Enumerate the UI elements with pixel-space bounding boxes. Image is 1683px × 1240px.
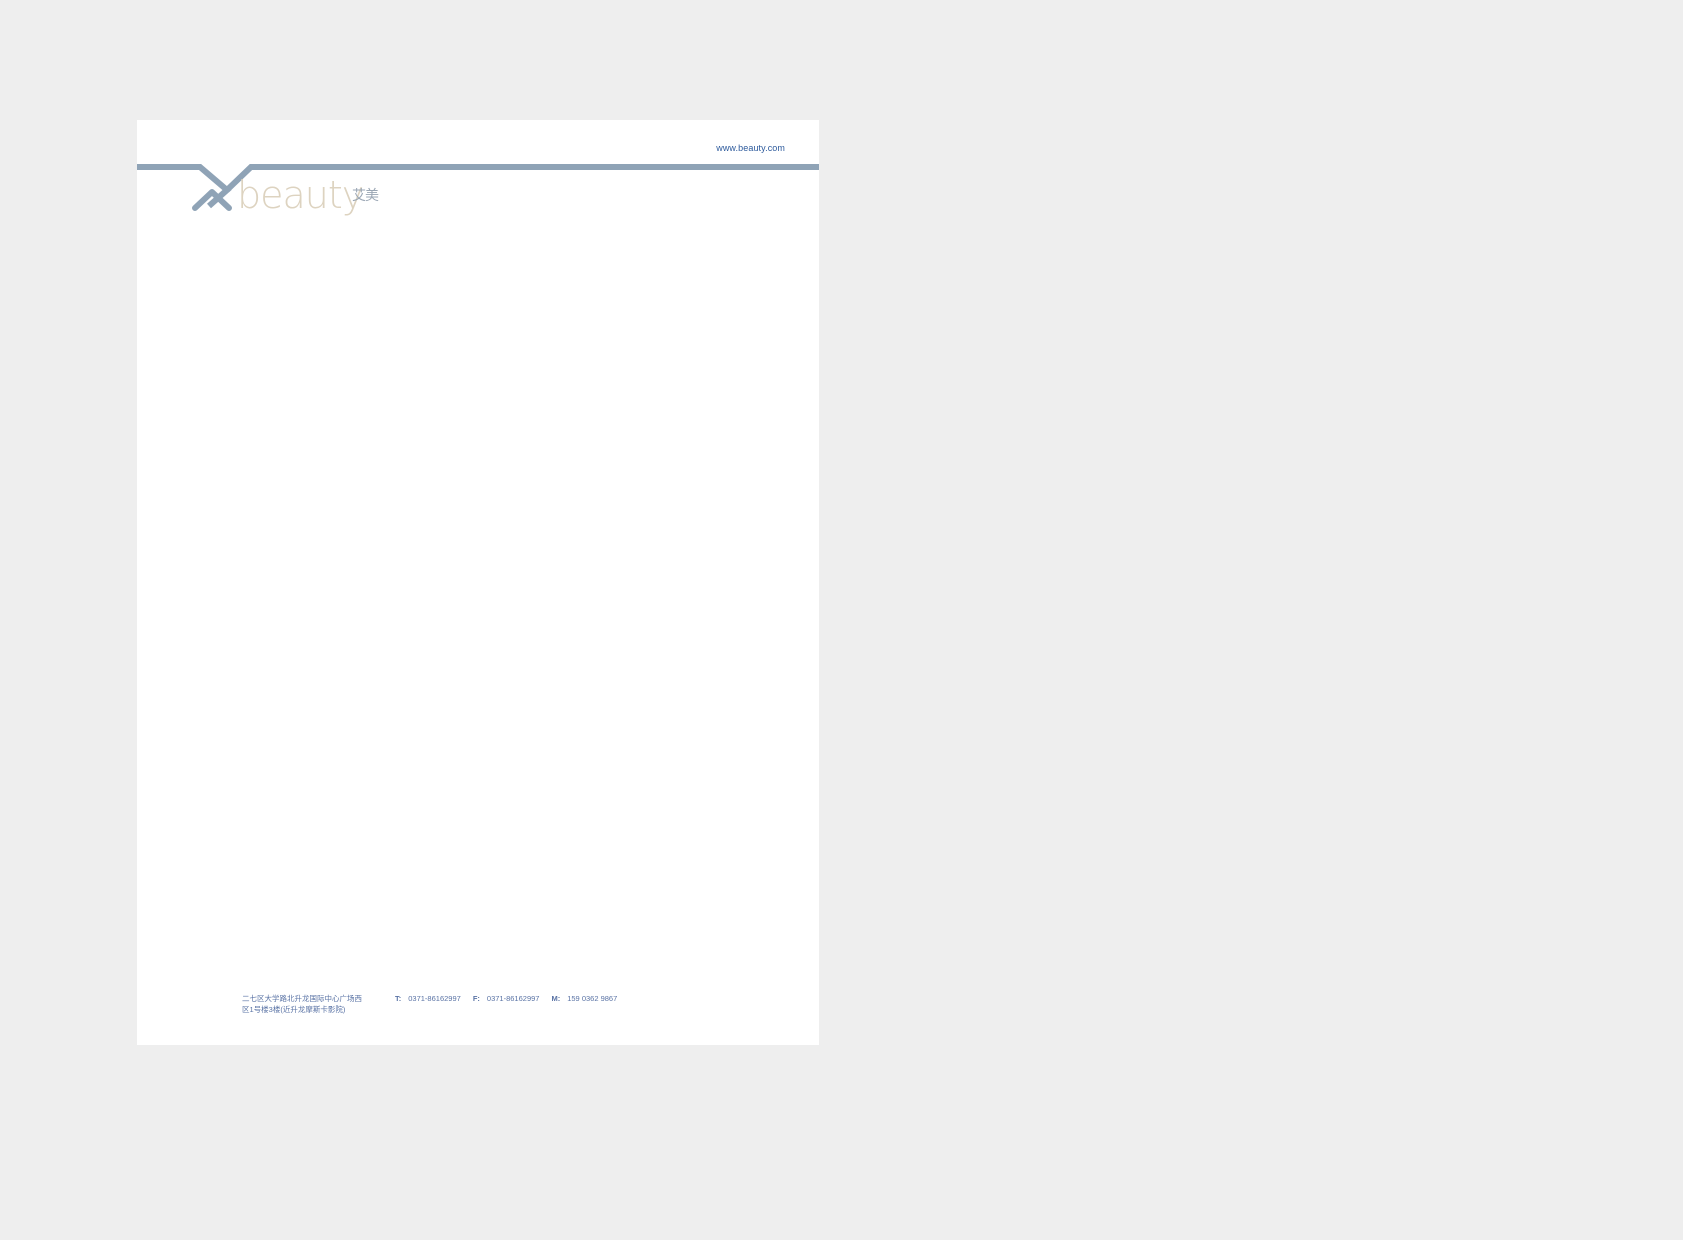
logo-mark-icon <box>192 189 232 211</box>
mobile-contact: M: 159 0362 9867 <box>551 993 617 1004</box>
fax-number: 0371-86162997 <box>486 994 540 1003</box>
logo-chinese: 艾美 <box>352 188 379 204</box>
phone-contact: T: 0371-86162997 <box>395 993 461 1004</box>
fax-label: F: <box>472 994 480 1003</box>
letterhead-sheet: www.beauty.com beauty 艾美 二七区大学路北升龙国际中心广场… <box>137 120 819 1045</box>
logo-wordmark: beauty <box>237 173 364 217</box>
website-url: www.beauty.com <box>716 143 785 153</box>
mobile-label: M: <box>551 994 561 1003</box>
phone-number: 0371-86162997 <box>408 994 461 1003</box>
mobile-number: 159 0362 9867 <box>567 994 618 1003</box>
footer-address: 二七区大学路北升龙国际中心广场西 区1号楼3楼(近升龙摩斯卡影院) <box>242 993 372 1015</box>
address-line-1: 二七区大学路北升龙国际中心广场西 <box>242 994 362 1003</box>
footer-contacts: T: 0371-86162997 F: 0371-86162997 M: 159… <box>395 993 617 1004</box>
fax-contact: F: 0371-86162997 <box>473 993 540 1004</box>
phone-label: T: <box>395 994 402 1003</box>
address-line-2: 区1号楼3楼(近升龙摩斯卡影院) <box>242 1005 346 1014</box>
